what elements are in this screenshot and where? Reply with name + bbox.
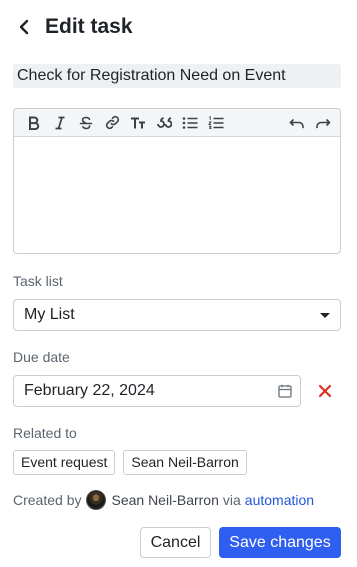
link-icon: [105, 115, 119, 130]
clear-date-button[interactable]: [317, 383, 333, 399]
bullet-list-button[interactable]: [177, 111, 203, 135]
task-name-input[interactable]: Check for Registration Need on Event: [13, 64, 341, 88]
header: Edit task: [18, 14, 133, 40]
description-input[interactable]: [14, 137, 340, 253]
close-icon: [318, 384, 332, 398]
redo-button[interactable]: [310, 111, 336, 135]
link-button[interactable]: [99, 111, 125, 135]
task-list-value: My List: [24, 306, 75, 323]
description-editor: [13, 108, 341, 254]
due-date-input[interactable]: February 22, 2024: [13, 375, 301, 407]
avatar: [86, 490, 107, 510]
text-size-icon: [131, 117, 145, 128]
page-title: Edit task: [45, 15, 133, 38]
due-date-value: February 22, 2024: [24, 382, 155, 399]
quote-icon: [156, 116, 172, 128]
undo-button[interactable]: [284, 111, 310, 135]
numbered-list-button[interactable]: [203, 111, 229, 135]
strikethrough-icon: [79, 116, 93, 129]
save-changes-button[interactable]: Save changes: [219, 527, 341, 558]
bold-button[interactable]: [21, 111, 47, 135]
created-via: via: [222, 492, 241, 508]
italic-button[interactable]: [47, 111, 73, 135]
related-chip[interactable]: Event request: [13, 450, 116, 475]
cancel-button[interactable]: Cancel: [140, 527, 211, 558]
task-list-select[interactable]: My List: [13, 299, 341, 331]
numbered-list-icon: [208, 115, 224, 129]
due-date-label: Due date: [13, 349, 70, 365]
calendar-icon[interactable]: [278, 384, 292, 398]
related-to-label: Related to: [13, 425, 77, 441]
related-chip[interactable]: Sean Neil-Barron: [123, 450, 247, 475]
quote-button[interactable]: [151, 111, 177, 135]
undo-icon: [289, 119, 304, 129]
italic-icon: [55, 116, 65, 129]
edit-task-panel: Edit task Check for Registration Need on…: [0, 0, 357, 567]
bold-icon: [29, 116, 40, 130]
bullet-list-icon: [182, 116, 198, 129]
chevron-left-icon: [19, 19, 29, 35]
text-size-button[interactable]: [125, 111, 151, 135]
created-by-line: Created by Sean Neil-Barron via automati…: [13, 489, 314, 511]
task-list-label: Task list: [13, 273, 63, 289]
strikethrough-button[interactable]: [73, 111, 99, 135]
editor-toolbar: [14, 109, 340, 137]
back-button[interactable]: [18, 14, 40, 40]
related-chips: Event request Sean Neil-Barron: [13, 450, 247, 475]
created-by-prefix: Created by: [13, 492, 82, 508]
caret-down-icon: [320, 313, 330, 318]
automation-link[interactable]: automation: [245, 492, 314, 508]
redo-icon: [316, 119, 331, 129]
history-controls: [284, 111, 336, 135]
created-by-author: Sean Neil-Barron: [111, 492, 219, 508]
